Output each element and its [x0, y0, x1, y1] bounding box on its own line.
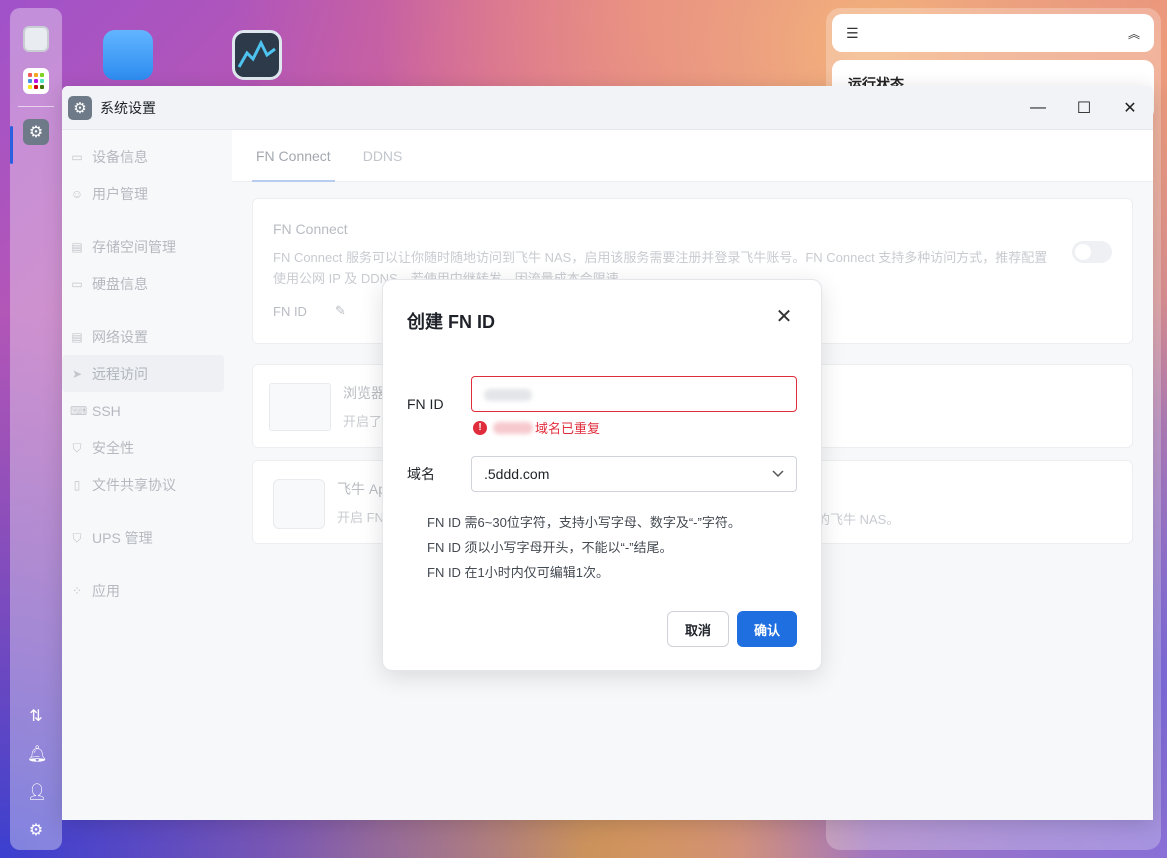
storage-icon: ▤ [71, 239, 83, 254]
dock-bottom: ⇅ 🔔︎ 👤︎ ⚙ [27, 708, 47, 840]
maximize-button[interactable]: ☐ [1061, 86, 1107, 130]
redacted-error-value [493, 421, 533, 434]
fn-connect-title: FN Connect [273, 221, 348, 237]
transfer-icon[interactable]: ⇅ [27, 708, 45, 726]
sidebar-item-label: UPS 管理 [92, 529, 153, 546]
sidebar-item-ups[interactable]: ⛉ UPS 管理 [62, 519, 232, 556]
sidebar-item-security[interactable]: ⛉ 安全性 [62, 429, 232, 466]
widget-toolbar: ☰ ︽ [832, 14, 1154, 52]
hint-line: FN ID 在1小时内仅可编辑1次。 [427, 565, 610, 580]
sidebar-item-label: 网络设置 [92, 328, 148, 345]
settings-gear-icon[interactable]: ⚙ [23, 119, 49, 145]
create-fn-id-dialog: 创建 FN ID ✕ FN ID ! 域名已重复 域名 .5ddd.com FN… [382, 279, 822, 671]
window-controls: — ☐ ✕ [1015, 86, 1153, 130]
dock: ⚙ ⇅ 🔔︎ 👤︎ ⚙ [10, 8, 62, 850]
sidebar-item-label: 远程访问 [92, 365, 148, 382]
gear-icon[interactable]: ⚙ [27, 822, 45, 840]
domain-select-value: .5ddd.com [484, 466, 550, 482]
sidebar-item-label: 存储空间管理 [92, 238, 176, 255]
sidebar-item-label: 用户管理 [92, 185, 148, 202]
user-icon: ☺ [70, 186, 84, 201]
app-thumbnail-icon [273, 479, 325, 529]
tab-ddns[interactable]: DDNS [359, 130, 407, 182]
dock-active-indicator [10, 126, 13, 164]
chevron-down-icon [772, 457, 784, 504]
error-icon: ! [473, 420, 487, 435]
cancel-button[interactable]: 取消 [667, 611, 729, 647]
disk-icon: ▭ [71, 276, 83, 291]
domain-select[interactable]: .5ddd.com [471, 456, 797, 492]
sidebar-item-label: SSH [92, 402, 121, 419]
ups-shield-icon: ⛉ [72, 530, 82, 545]
fn-id-input[interactable] [471, 376, 797, 412]
sidebar-item-device-info[interactable]: ▭ 设备信息 [62, 138, 232, 175]
widget-settings-icon[interactable]: ☰ [846, 25, 859, 42]
sidebar-item-disk-info[interactable]: ▭ 硬盘信息 [62, 265, 232, 302]
file-icon: ▯ [73, 477, 81, 492]
window-title: 系统设置 [100, 99, 156, 116]
sidebar-item-label: 硬盘信息 [92, 275, 148, 292]
settings-app-icon: ⚙ [68, 95, 92, 120]
tab-bar: FN Connect DDNS [232, 130, 1153, 182]
browser-card-title: 浏览器 [343, 385, 385, 401]
device-icon: ▭ [71, 149, 83, 164]
app-card-desc: 开启 FN [337, 510, 384, 525]
collapse-icon[interactable]: ︽ [1128, 25, 1140, 42]
terminal-icon: ⌨ [70, 403, 88, 418]
hint-line: FN ID 需6~30位字符，支持小写字母、数字及“-”字符。 [427, 515, 741, 530]
sidebar-item-ssh[interactable]: ⌨ SSH [62, 392, 232, 429]
hint-line: FN ID 须以小写字母开头，不能以“-”结尾。 [427, 540, 673, 555]
domain-field-label: 域名 [407, 466, 435, 482]
sidebar-item-file-sharing[interactable]: ▯ 文件共享协议 [62, 466, 232, 503]
redacted-value [484, 389, 532, 402]
fn-id-hints: FN ID 需6~30位字符，支持小写字母、数字及“-”字符。 FN ID 须以… [427, 510, 741, 585]
sidebar-item-apps[interactable]: ⁘ 应用 [62, 572, 232, 609]
sidebar-item-label: 设备信息 [92, 148, 148, 165]
app-card-desc-tail: 的飞牛 NAS。 [817, 512, 900, 527]
files-app-icon[interactable] [103, 30, 153, 80]
apps-grid-icon[interactable] [23, 68, 49, 94]
sidebar-item-label: 文件共享协议 [92, 476, 176, 493]
minimize-button[interactable]: — [1015, 86, 1061, 130]
shield-icon: ⛉ [72, 440, 82, 455]
monitor-icon[interactable] [23, 26, 49, 52]
dialog-title: 创建 FN ID [407, 312, 495, 332]
browser-card-desc: 开启了 [343, 414, 383, 429]
fn-id-label: FN ID [273, 303, 307, 319]
close-icon[interactable]: ✕ [773, 306, 795, 328]
bell-icon[interactable]: 🔔︎ [27, 746, 47, 764]
fn-id-error: ! 域名已重复 [473, 418, 600, 437]
sidebar-item-user-management[interactable]: ☺ 用户管理 [62, 175, 232, 212]
browser-thumbnail-icon [269, 383, 331, 431]
app-card-title: 飞牛 Ap [337, 481, 387, 497]
user-icon[interactable]: 👤︎ [27, 784, 47, 802]
tab-fn-connect[interactable]: FN Connect [252, 130, 335, 182]
resource-monitor-app-icon[interactable] [232, 30, 282, 80]
network-icon: ▤ [71, 329, 83, 344]
error-text: 域名已重复 [535, 421, 601, 436]
sidebar-item-label: 应用 [92, 582, 120, 599]
window-titlebar: ⚙ 系统设置 — ☐ ✕ [62, 86, 1153, 130]
apps-icon: ⁘ [71, 583, 83, 598]
fn-connect-toggle[interactable] [1072, 241, 1112, 263]
sidebar-item-network[interactable]: ▤ 网络设置 [62, 318, 232, 355]
sidebar-item-remote-access[interactable]: ➤ 远程访问 [62, 355, 224, 392]
sidebar-item-storage[interactable]: ▤ 存储空间管理 [62, 228, 232, 265]
close-button[interactable]: ✕ [1107, 86, 1153, 130]
sidebar: ▭ 设备信息 ☺ 用户管理 ▤ 存储空间管理 ▭ 硬盘信息 ▤ 网络设置 ➤ 远程访问 ⌨ S… [62, 130, 232, 820]
dock-separator [18, 106, 54, 107]
fn-id-field-label: FN ID [407, 396, 444, 412]
send-icon: ➤ [71, 366, 83, 381]
confirm-button[interactable]: 确认 [737, 611, 797, 647]
sidebar-item-label: 安全性 [92, 439, 134, 456]
edit-icon[interactable]: ✎ [335, 303, 346, 319]
